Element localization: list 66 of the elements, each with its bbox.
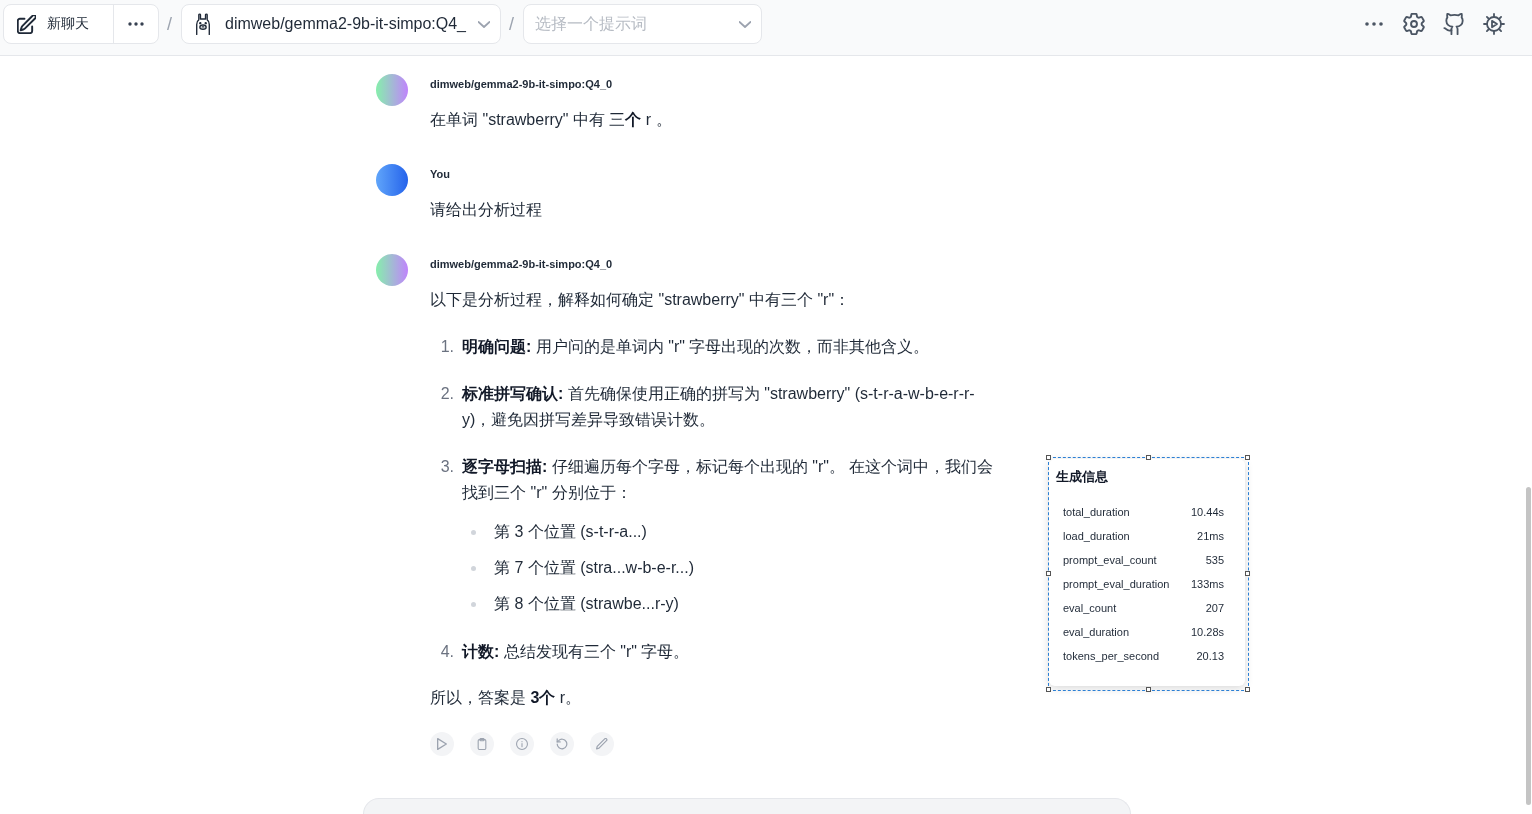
list-item-text: 明确问题: 用户问的是单词内 "r" 字母出现的次数，而非其他含义。 <box>462 337 931 357</box>
author-name: dimweb/gemma2-9b-it-simpo:Q4_0 <box>430 257 613 272</box>
resize-handle[interactable] <box>1245 455 1250 460</box>
resize-handle[interactable] <box>1046 687 1051 692</box>
author-name: You <box>430 167 450 182</box>
list-item-text: 逐字母扫描: 仔细遍历每个字母，标记每个出现的 "r"。 在这个词中，我们会找到三个 "r" 分别位于： <box>462 457 995 503</box>
list-number: 2. <box>439 384 454 404</box>
path-separator: / <box>167 13 172 36</box>
stat-name: tokens_per_second <box>1063 649 1160 664</box>
message-text: 在单词 "strawberry" 中有 三个 r 。 <box>430 110 673 130</box>
play-icon <box>436 738 448 750</box>
stat-name: eval_duration <box>1063 625 1131 640</box>
list-item-text: 第 8 个位置 (strawbe...r-y) <box>494 594 679 614</box>
list-item-text: 标准拼写确认: 首先确保使用正确的拼写为 "strawberry" (s-t-r-a-w-b-e-r-r-y)，避免因拼写差异导致错误计数。 <box>462 384 976 430</box>
edit-icon <box>17 14 36 34</box>
author-name: dimweb/gemma2-9b-it-simpo:Q4_0 <box>430 77 613 92</box>
stat-value: 20.13 <box>1195 649 1224 664</box>
chevron-down-icon <box>739 20 752 28</box>
stat-name: prompt_eval_duration <box>1063 577 1170 592</box>
stat-value: 207 <box>1204 601 1224 616</box>
list-number: 3. <box>439 457 454 477</box>
resize-handle[interactable] <box>1145 455 1151 460</box>
refresh-icon <box>556 738 568 750</box>
new-chat-button[interactable]: 新聊天 <box>4 5 114 43</box>
scrollbar-thumb[interactable] <box>1526 487 1531 805</box>
stat-name: eval_count <box>1063 601 1118 616</box>
stat-value: 535 <box>1204 553 1224 568</box>
settings-icon[interactable] <box>1403 13 1425 35</box>
llama-icon <box>194 13 212 35</box>
resize-handle[interactable] <box>1245 687 1250 692</box>
model-select[interactable]: dimweb/gemma2-9b-it-simpo:Q4_ <box>181 4 501 44</box>
message-text: 所以，答案是 3个 r。 <box>430 688 583 708</box>
stat-name: prompt_eval_count <box>1063 553 1158 568</box>
resize-handle[interactable] <box>1046 571 1051 576</box>
list-item-text: 计数: 总结发现有三个 "r" 字母。 <box>462 642 691 662</box>
more-icon <box>128 22 144 26</box>
list-item-text: 第 3 个位置 (s-t-r-a...) <box>494 522 647 542</box>
message-text: 以下是分析过程，解释如何确定 "strawberry" 中有三个 "r"： <box>430 290 852 310</box>
bullet-icon <box>471 601 476 607</box>
avatar <box>376 254 408 286</box>
list-number: 1. <box>439 337 454 357</box>
gear-play-icon[interactable] <box>1483 13 1505 35</box>
message-text: 请给出分析过程 <box>430 200 543 220</box>
chevron-down-icon <box>478 20 490 28</box>
bullet-icon <box>471 565 476 571</box>
stat-name: load_duration <box>1063 529 1131 544</box>
resize-handle[interactable] <box>1145 687 1151 692</box>
stat-name: total_duration <box>1063 505 1131 520</box>
list-item-text: 第 7 个位置 (stra...w-b-e-r...) <box>494 558 694 578</box>
resize-handle[interactable] <box>1245 571 1250 576</box>
resize-handle[interactable] <box>1046 455 1051 460</box>
bullet-icon <box>471 529 476 535</box>
pencil-icon <box>596 738 608 750</box>
info-icon <box>516 738 528 750</box>
popover-title: 生成信息 <box>1056 469 1109 485</box>
avatar <box>376 74 408 106</box>
list-number: 4. <box>439 642 454 662</box>
stat-value: 133ms <box>1190 577 1224 592</box>
stat-value: 10.28s <box>1190 625 1224 640</box>
more-icon[interactable] <box>1365 22 1383 26</box>
clipboard-icon <box>476 738 488 750</box>
stat-value: 10.44s <box>1190 505 1224 520</box>
github-icon[interactable] <box>1443 13 1465 35</box>
path-separator: / <box>509 13 515 36</box>
avatar <box>376 164 408 196</box>
stat-value: 21ms <box>1196 529 1224 544</box>
